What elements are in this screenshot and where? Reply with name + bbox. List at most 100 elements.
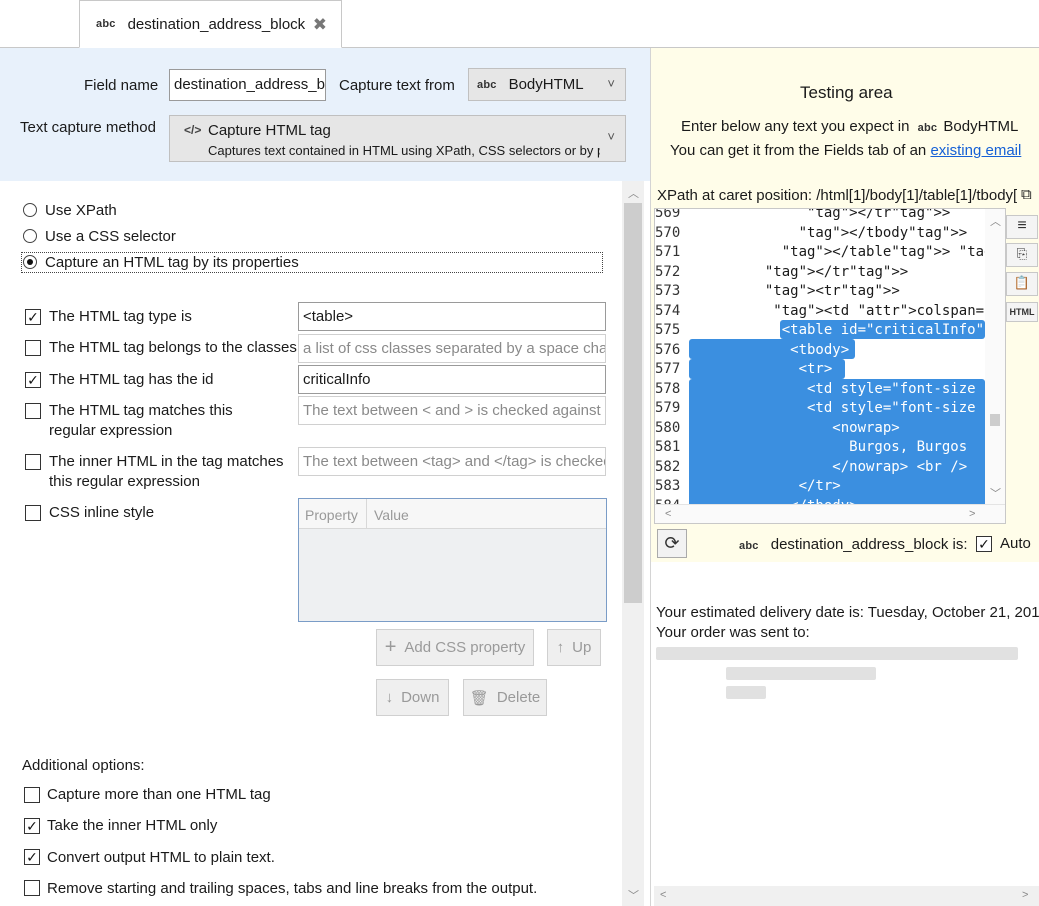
classes-label: The HTML tag belongs to the classes: [49, 339, 297, 356]
grid-header: Property Value: [299, 499, 606, 529]
scroll-up-icon[interactable]: ︿: [628, 185, 639, 201]
output-hscroll[interactable]: < >: [654, 886, 1039, 906]
line-number: 575: [655, 322, 681, 338]
code-text: <td style="font-size: [689, 380, 976, 397]
xpath-caret-row: XPath at caret position: /html[1]/body[1…: [657, 187, 1017, 204]
abc-icon: abc: [739, 540, 759, 552]
classes-input[interactable]: a list of css classes separated by a spa…: [298, 334, 606, 363]
copy-icon[interactable]: ⎘: [1006, 243, 1038, 267]
line-number: 582: [655, 458, 681, 475]
method-title: Capture HTML tag: [208, 122, 331, 139]
editor-hscroll[interactable]: < >: [655, 504, 1005, 523]
refresh-icon[interactable]: ⟳: [657, 529, 687, 558]
html-code-editor[interactable]: 569 "tag"></tr"tag">> 570 "tag"></tbody"t…: [654, 208, 1006, 524]
radio-use-xpath[interactable]: [23, 203, 37, 217]
inner-html-only-checkbox[interactable]: ✓: [24, 818, 40, 834]
field-name-input[interactable]: destination_address_block: [169, 69, 326, 101]
down-label: Down: [401, 689, 440, 706]
close-icon[interactable]: ✖: [313, 15, 327, 35]
code-line: 573 "tag"><tr"tag">>: [655, 282, 985, 302]
code-text: "tag"><td "attr">colspan="2" "attr">styl…: [773, 302, 1005, 319]
capture-from-value: BodyHTML: [508, 76, 584, 93]
regex-input[interactable]: The text between < and > is checked agai…: [298, 396, 606, 425]
tag-type-input[interactable]: <table>: [298, 302, 606, 331]
code-line: 577 <tr>: [655, 360, 985, 380]
tag-type-checkbox[interactable]: ✓: [25, 309, 41, 325]
capture-multiple-label: Capture more than one HTML tag: [47, 786, 271, 803]
css-inline-checkbox[interactable]: [25, 505, 41, 521]
code-line: 574 "tag"><td "attr">colspan="2" "attr">…: [655, 302, 1005, 322]
capture-multiple-checkbox[interactable]: [24, 787, 40, 803]
grid-col-value: Value: [374, 507, 409, 523]
redacted-address: [726, 686, 766, 699]
trim-output-checkbox[interactable]: [24, 880, 40, 896]
line-number: 579: [655, 400, 681, 416]
editor-vscroll[interactable]: ︿ ﹀: [985, 209, 1005, 504]
up-label: Up: [572, 639, 592, 656]
code-text: "tag"><tr"tag">>: [764, 283, 900, 299]
down-button[interactable]: ↓ Down: [376, 679, 449, 716]
trim-output-label: Remove starting and trailing spaces, tab…: [47, 880, 538, 897]
code-line: 579 <td style="font-size: [655, 399, 985, 419]
tab-title: destination_address_block: [127, 15, 306, 33]
line-number: 569: [655, 208, 681, 221]
tag-type-label: The HTML tag type is: [49, 308, 192, 325]
auto-label: Auto: [1000, 535, 1031, 552]
left-scrollbar[interactable]: ︿ ﹀: [622, 181, 644, 906]
scroll-left-icon[interactable]: <: [665, 508, 671, 520]
existing-email-link[interactable]: existing email: [930, 142, 1021, 159]
abc-icon: abc: [96, 18, 116, 30]
code-text: <nowrap>: [689, 419, 900, 436]
convert-plain-text-checkbox[interactable]: ✓: [24, 849, 40, 865]
additional-options-heading: Additional options:: [22, 757, 145, 774]
id-input[interactable]: criticalInfo: [298, 365, 606, 394]
add-css-property-button[interactable]: + Add CSS property: [376, 629, 534, 666]
copy-icon[interactable]: ⧉: [1021, 186, 1032, 203]
paste-icon[interactable]: 📋: [1006, 272, 1038, 296]
classes-checkbox[interactable]: [25, 340, 41, 356]
css-property-grid[interactable]: Property Value: [298, 498, 607, 622]
up-button[interactable]: ↑ Up: [547, 629, 601, 666]
convert-plain-text-label: Convert output HTML to plain text.: [47, 849, 275, 866]
editor-scroll-thumb[interactable]: [990, 414, 1000, 426]
delete-button[interactable]: 🗑 Delete: [463, 679, 547, 716]
code-text: "tag"></table"tag">> "tag"></td"tag">>: [781, 244, 1005, 260]
field-name-label: Field name: [84, 77, 159, 94]
trash-icon: 🗑: [469, 689, 489, 707]
result-label-row: abc destination_address_block is:: [739, 536, 968, 553]
scroll-left-icon[interactable]: <: [660, 889, 666, 901]
redacted-address: [656, 647, 1018, 660]
inner-html-only-label: Take the inner HTML only: [47, 817, 218, 834]
scrollbar-thumb[interactable]: [624, 203, 642, 603]
result-label: destination_address_block is:: [770, 536, 968, 553]
regex-checkbox[interactable]: [25, 403, 41, 419]
text-capture-method-select[interactable]: </> Capture HTML tag Captures text conta…: [169, 115, 626, 162]
scroll-right-icon[interactable]: >: [1022, 889, 1028, 901]
inner-html-checkbox[interactable]: [25, 454, 41, 470]
code-line: 581 Burgos, Burgos: [655, 438, 985, 458]
scroll-up-icon[interactable]: ︿: [990, 213, 1001, 229]
code-line: 583 </tr>: [655, 477, 985, 497]
id-checkbox[interactable]: ✓: [25, 372, 41, 388]
line-number: 573: [655, 283, 681, 299]
scroll-right-icon[interactable]: >: [969, 508, 975, 520]
scroll-down-icon[interactable]: ﹀: [628, 887, 639, 903]
tab-bar: abc destination_address_block ✖: [0, 0, 1039, 48]
scroll-down-icon[interactable]: ﹀: [990, 485, 1001, 501]
code-text: </tr>: [689, 478, 841, 494]
tab-destination-address-block[interactable]: abc destination_address_block ✖: [79, 0, 342, 48]
capture-from-select[interactable]: abc BodyHTML ˅: [468, 68, 626, 101]
code-line: 570 "tag"></tbody"tag">>: [655, 224, 985, 244]
format-icon[interactable]: ≡: [1006, 215, 1038, 239]
line-number: 581: [655, 439, 681, 455]
code-text: <tbody>: [689, 341, 850, 358]
line-number: 578: [655, 380, 681, 397]
radio-use-css-selector[interactable]: [23, 229, 37, 243]
code-line: 580 <nowrap>: [655, 419, 985, 439]
auto-checkbox[interactable]: ✓: [976, 536, 992, 552]
radio-capture-by-properties[interactable]: [23, 255, 37, 269]
html-icon[interactable]: HTML: [1006, 302, 1038, 322]
inner-html-input[interactable]: The text between <tag> and </tag> is che…: [298, 447, 606, 476]
chevron-down-icon: ˅: [607, 76, 615, 91]
output-line1: Your estimated delivery date is: Tuesday…: [656, 604, 1039, 621]
